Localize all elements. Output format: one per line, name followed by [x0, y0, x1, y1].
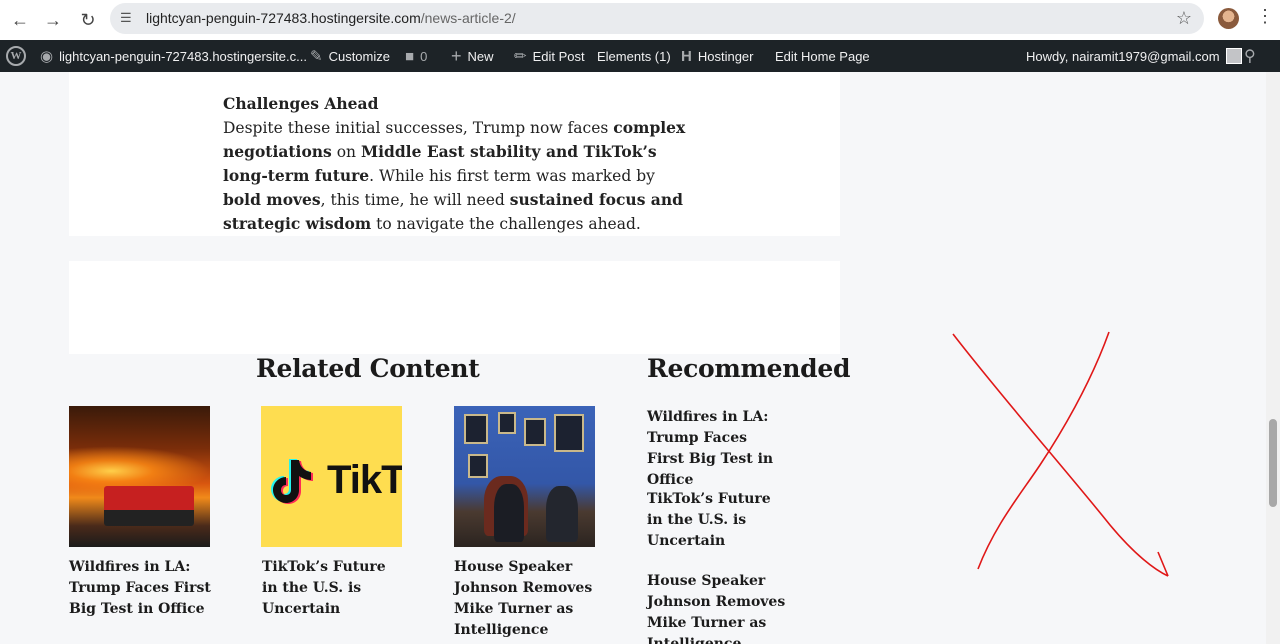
- admin-comments[interactable]: ■ 0: [405, 40, 427, 72]
- search-icon[interactable]: ⚲: [1244, 40, 1256, 72]
- edit-post-label: Edit Post: [532, 48, 585, 64]
- more-menu-icon[interactable]: ⋮: [1256, 7, 1274, 25]
- plus-icon: +: [451, 45, 462, 66]
- wp-admin-bar: W ◉ lightcyan-penguin-727483.hostingersi…: [0, 40, 1280, 72]
- person-left: [494, 484, 524, 542]
- text-run: on: [331, 143, 361, 161]
- related-heading: Related Content: [256, 354, 480, 383]
- pencil-icon: ✏: [514, 48, 527, 65]
- url-path: /news-article-2/: [420, 10, 516, 26]
- related-thumb-wildfire[interactable]: [69, 406, 210, 547]
- wall-frame: [468, 454, 488, 478]
- address-bar[interactable]: ☰ lightcyan-penguin-727483.hostingersite…: [110, 3, 1204, 34]
- reload-icon[interactable]: ↻: [75, 7, 101, 33]
- user-avatar: [1225, 48, 1242, 64]
- red-x-annotation: [952, 331, 1169, 577]
- wp-logo-icon[interactable]: W: [6, 40, 26, 72]
- page-scrollbar[interactable]: [1266, 72, 1280, 644]
- bold-run: bold moves: [223, 190, 321, 209]
- person-right: [546, 486, 578, 542]
- related-thumb-tiktok[interactable]: TikT: [261, 406, 402, 547]
- customize-label: Customize: [328, 48, 390, 64]
- text-run: to navigate the challenges ahead.: [371, 215, 641, 233]
- admin-site-label: lightcyan-penguin-727483.hostingersite.c…: [59, 48, 307, 64]
- related-title[interactable]: Wildfires in LA: Trump Faces First Big T…: [69, 557, 219, 620]
- text-run: Despite these initial successes, Trump n…: [223, 119, 614, 137]
- brush-icon: ✎: [310, 48, 323, 65]
- article-section: Challenges Ahead Despite these initial s…: [223, 92, 693, 236]
- tiktok-logo-icon: [271, 459, 313, 504]
- arrow-right-icon[interactable]: →: [40, 7, 66, 33]
- wall-frame: [498, 412, 516, 434]
- bookmark-star-icon[interactable]: ☆: [1176, 8, 1192, 29]
- recommended-title[interactable]: Wildfires in LA: Trump Faces First Big T…: [647, 407, 787, 491]
- scrollbar-thumb[interactable]: [1269, 419, 1277, 507]
- recommended-title[interactable]: TikTok’s Future in the U.S. is Uncertain: [647, 489, 787, 552]
- profile-avatar[interactable]: [1218, 8, 1239, 29]
- section-heading: Challenges Ahead: [223, 94, 379, 113]
- tiktok-wordmark: TikT: [327, 458, 402, 502]
- hostinger-label: Hostinger: [697, 48, 754, 64]
- wall-frame: [554, 414, 584, 452]
- wall-frame: [524, 418, 546, 446]
- wall-frame: [464, 414, 488, 444]
- admin-edit-post[interactable]: ✏ Edit Post: [514, 40, 585, 72]
- browser-toolbar: ← → ↻ ☰ lightcyan-penguin-727483.hosting…: [0, 0, 1280, 40]
- admin-account[interactable]: Howdy, nairamit1979@gmail.com: [1026, 40, 1242, 72]
- text-run: , this time, he will need: [320, 191, 510, 209]
- blank-card: [69, 261, 840, 354]
- article-paragraph: Despite these initial successes, Trump n…: [223, 116, 693, 236]
- howdy-label: Howdy, nairamit1979@gmail.com: [1026, 48, 1220, 64]
- site-info-icon[interactable]: ☰: [120, 10, 136, 26]
- comments-count: 0: [420, 48, 428, 64]
- admin-elements[interactable]: Elements (1): [597, 40, 671, 72]
- admin-customize[interactable]: ✎ Customize: [310, 40, 390, 72]
- recommended-heading: Recommended: [647, 354, 851, 383]
- fire-truck: [104, 486, 194, 526]
- text-run: . While his first term was marked by: [369, 167, 655, 185]
- related-title[interactable]: TikTok’s Future in the U.S. is Uncertain: [262, 557, 402, 620]
- related-thumb-office[interactable]: [454, 406, 595, 547]
- related-title[interactable]: House Speaker Johnson Removes Mike Turne…: [454, 557, 594, 641]
- comment-bubble-icon: ■: [405, 47, 415, 65]
- edit-home-label: Edit Home Page: [775, 48, 870, 64]
- url-text[interactable]: lightcyan-penguin-727483.hostingersite.c…: [146, 10, 516, 26]
- elements-label: Elements (1): [597, 48, 671, 64]
- new-label: New: [467, 48, 494, 64]
- admin-hostinger[interactable]: H Hostinger: [681, 40, 753, 72]
- admin-edit-home[interactable]: Edit Home Page: [775, 40, 870, 72]
- recommended-title[interactable]: House Speaker Johnson Removes Mike Turne…: [647, 571, 787, 644]
- arrow-left-icon[interactable]: ←: [7, 7, 33, 33]
- admin-new[interactable]: + New: [451, 40, 494, 72]
- url-host: lightcyan-penguin-727483.hostingersite.c…: [146, 10, 421, 26]
- dashboard-gauge-icon: ◉: [40, 48, 54, 65]
- hostinger-icon: H: [681, 47, 692, 65]
- admin-site-link[interactable]: ◉ lightcyan-penguin-727483.hostingersite…: [40, 40, 307, 72]
